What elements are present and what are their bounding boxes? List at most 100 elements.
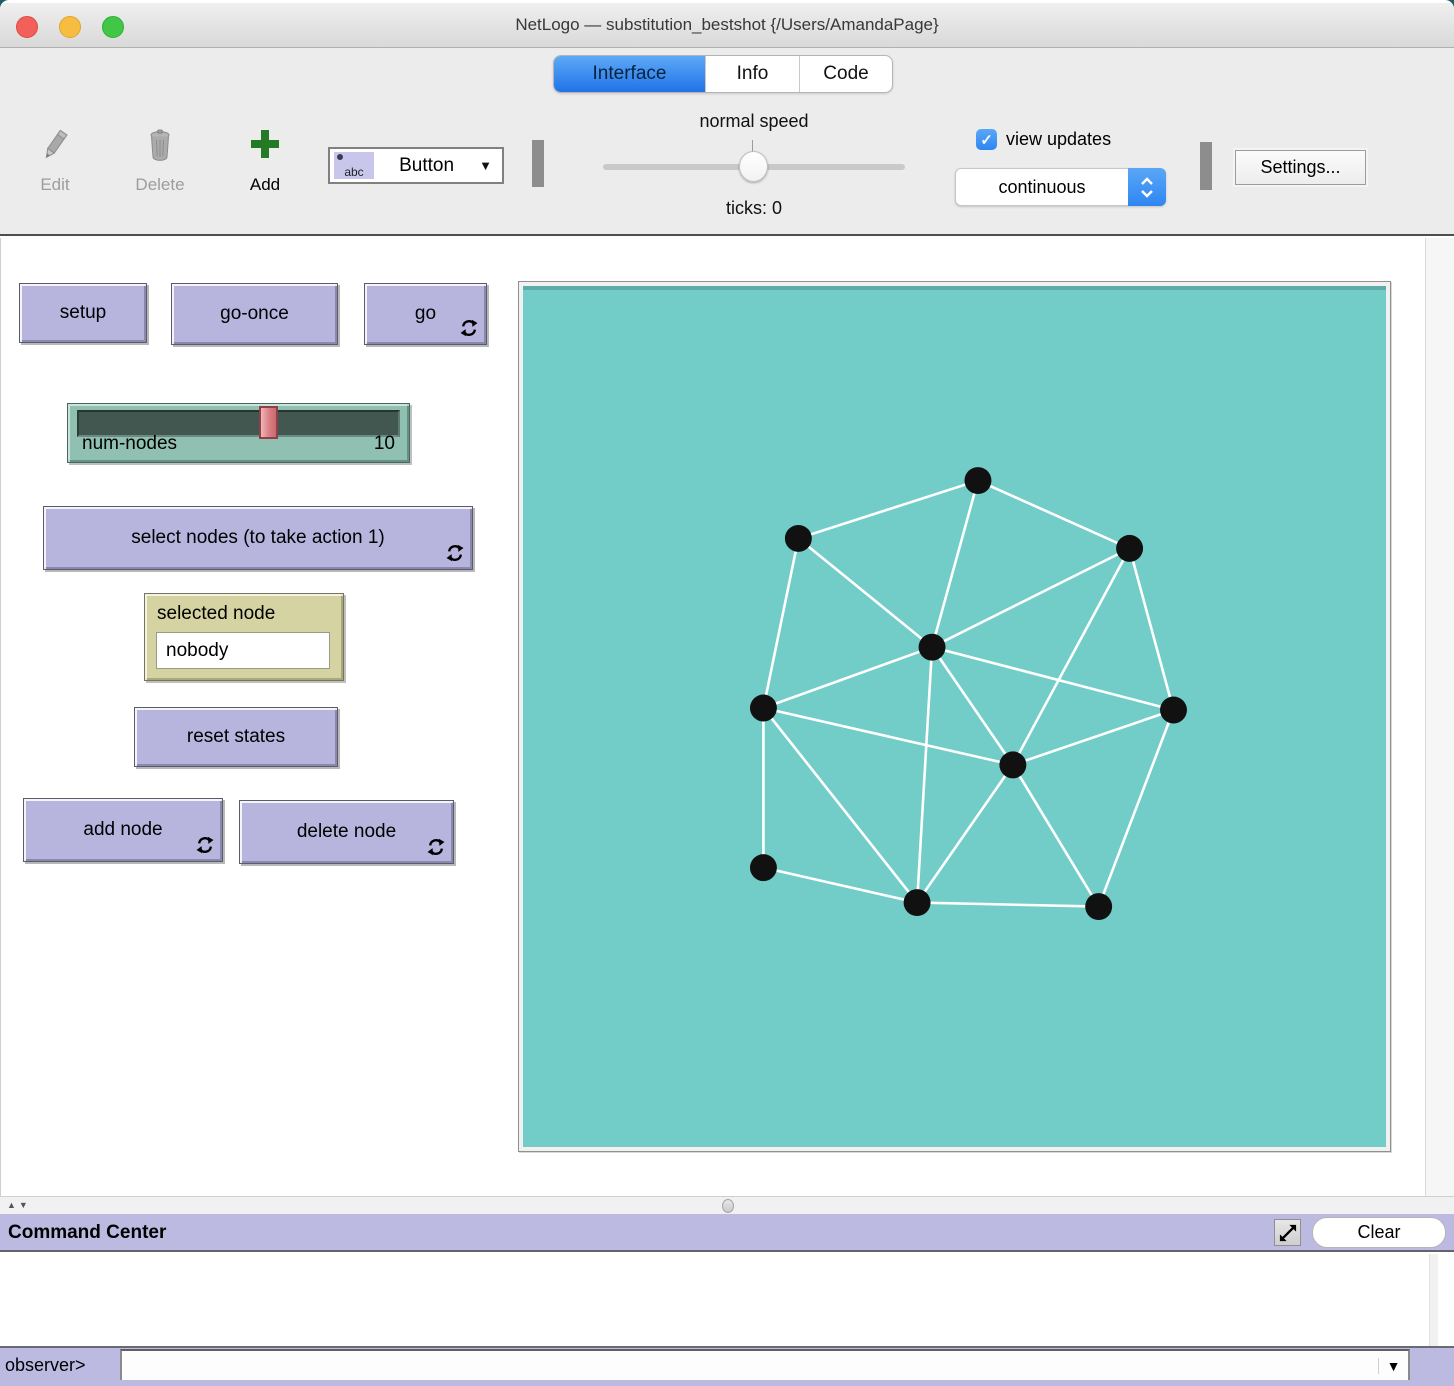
network-edge [932,548,1130,647]
network-node[interactable] [919,634,946,661]
update-mode-select[interactable]: continuous [955,168,1166,206]
ticks-counter: ticks: 0 [603,198,905,219]
window-bottom-strip [0,1380,1454,1386]
delete-label: Delete [120,175,200,195]
reset-states-button[interactable]: reset states [134,707,338,767]
network-edge [798,481,978,539]
speed-slider-label: normal speed [603,111,905,132]
slider-label: num-nodes [82,433,177,455]
chevron-down-icon: ▼ [479,158,492,173]
detach-command-center-button[interactable] [1274,1219,1301,1246]
splitter-arrows-icon[interactable]: ▲▼ [7,1200,31,1210]
network-edge [917,903,1099,907]
ticks-value: 0 [772,198,782,218]
vertical-scrollbar[interactable] [1425,238,1454,1196]
widget-type-value: Button [374,155,479,177]
network-edge [917,647,932,902]
widget-type-dropdown[interactable]: abc Button ▼ [328,147,504,184]
forever-icon [196,836,214,854]
add-node-label: add node [83,819,162,841]
clear-button[interactable]: Clear [1312,1217,1446,1248]
network-node[interactable] [1085,893,1112,920]
add-node-button[interactable]: add node [23,798,223,862]
network-edge [1099,710,1174,907]
delete-node-button[interactable]: delete node [239,800,454,864]
command-center-title: Command Center [8,1222,166,1244]
checkbox-checked-icon[interactable]: ✓ [976,129,997,150]
command-center-output[interactable] [0,1254,1454,1346]
network-node[interactable] [750,695,777,722]
network-edge [978,481,1130,549]
pencil-icon [40,151,70,168]
update-mode-value: continuous [956,177,1128,198]
edit-label: Edit [15,175,95,195]
tab-code[interactable]: Code [799,56,892,92]
forever-icon [460,319,478,337]
delete-node-label: delete node [297,821,396,843]
select-nodes-label: select nodes (to take action 1) [131,527,384,549]
num-nodes-slider[interactable]: num-nodes 10 [67,403,410,463]
tab-interface[interactable]: Interface [554,56,705,92]
network-node[interactable] [785,525,812,552]
command-input[interactable] [122,1351,1378,1380]
window-title: NetLogo — substitution_bestshot {/Users/… [0,15,1454,35]
toolbar-separator [532,140,544,187]
network-edge [1013,765,1099,907]
network-edge [932,481,978,648]
title-bar: NetLogo — substitution_bestshot {/Users/… [0,3,1454,48]
go-once-button[interactable]: go-once [171,283,338,345]
network-node[interactable] [750,854,777,881]
forever-icon [427,838,445,856]
command-center-header: Command Center Clear [0,1214,1454,1252]
interface-canvas: setup go-once go num-nodes 10 select nod… [0,238,1454,1196]
network-edge [798,538,932,647]
network-edge [763,538,798,708]
world-view[interactable] [518,281,1391,1152]
main-tabs: Interface Info Code [553,55,893,93]
network-node[interactable] [964,467,991,494]
selected-node-monitor: selected node nobody [144,593,344,681]
go-button[interactable]: go [364,283,487,345]
splitter-handle[interactable] [722,1199,734,1213]
network-node[interactable] [1160,697,1187,724]
speed-slider-thumb[interactable] [739,151,768,182]
setup-button[interactable]: setup [19,283,147,343]
view-canvas[interactable] [523,286,1386,1147]
forever-icon [446,544,464,562]
trash-icon [146,151,174,168]
setup-label: setup [60,302,106,324]
network-svg [523,286,1386,1147]
observer-prompt: observer> [5,1355,86,1376]
plus-icon [248,151,282,168]
network-edge [1013,548,1130,764]
settings-button[interactable]: Settings... [1235,150,1366,185]
go-once-label: go-once [220,303,289,325]
reset-states-label: reset states [187,726,285,748]
output-scrollbar[interactable] [1429,1254,1438,1346]
netlogo-window: NetLogo — substitution_bestshot {/Users/… [0,0,1454,1386]
edit-button[interactable]: Edit [15,126,95,195]
toolbar: Interface Info Code Edit [0,48,1454,236]
network-edge [763,647,932,708]
abc-button-icon: abc [334,152,374,179]
view-updates-toggle[interactable]: ✓ view updates [976,129,1111,150]
slider-value: 10 [374,433,395,455]
add-label: Add [225,175,305,195]
diagonal-arrows-icon [1279,1224,1297,1242]
network-node[interactable] [1116,535,1143,562]
add-widget-button[interactable]: Add [225,126,305,195]
select-nodes-button[interactable]: select nodes (to take action 1) [43,506,473,570]
network-node[interactable] [999,751,1026,778]
history-dropdown-icon[interactable]: ▼ [1378,1358,1408,1374]
network-edge [1130,548,1174,710]
monitor-label: selected node [157,603,275,625]
network-edge [917,765,1013,903]
splitter-bar[interactable]: ▲▼ [0,1196,1454,1214]
view-updates-label: view updates [1006,129,1111,150]
command-input-wrap[interactable]: ▼ [120,1349,1410,1382]
delete-button[interactable]: Delete [120,126,200,195]
go-label: go [415,303,436,325]
monitor-value: nobody [156,632,330,669]
tab-info[interactable]: Info [705,56,799,92]
network-node[interactable] [904,889,931,916]
